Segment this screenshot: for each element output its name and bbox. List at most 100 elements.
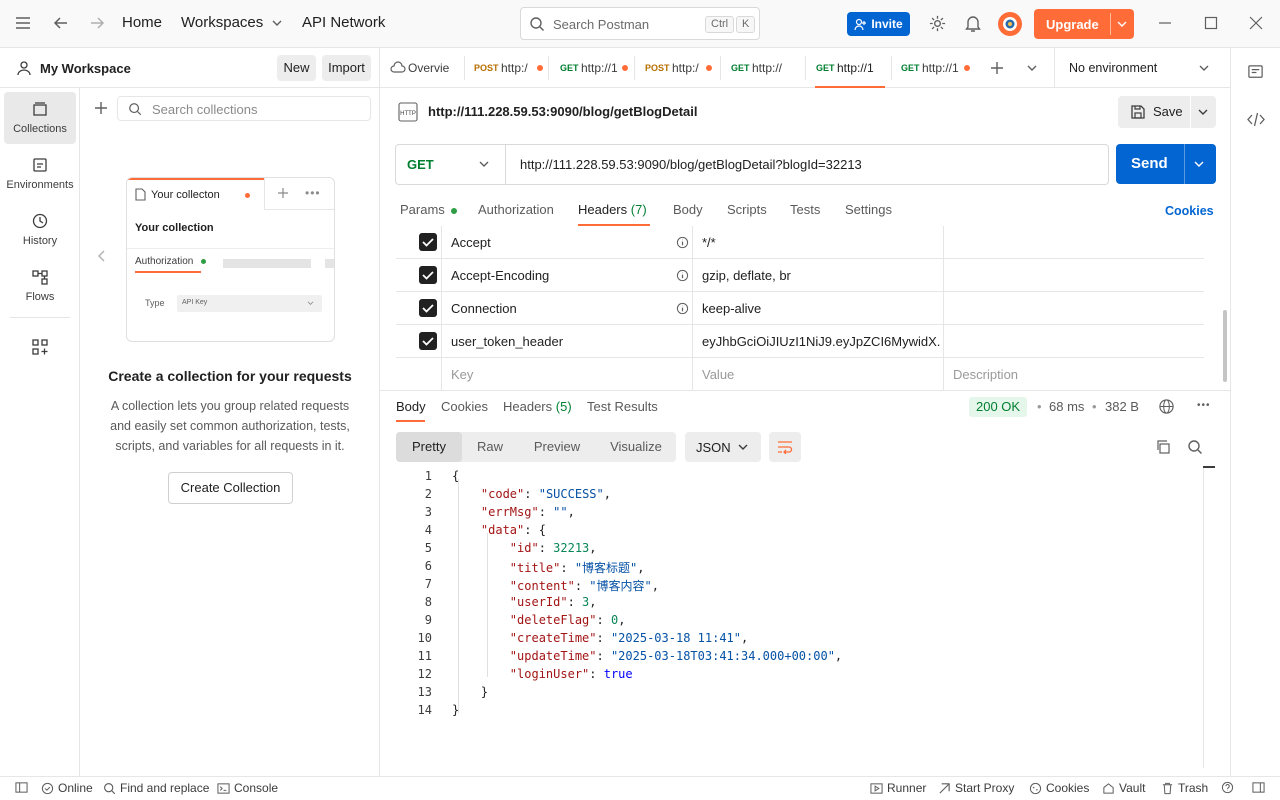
chevron-down-icon[interactable] — [1116, 18, 1128, 30]
send-button[interactable]: Send — [1116, 144, 1216, 184]
console-button[interactable]: Console — [217, 781, 278, 795]
maximize-icon[interactable] — [1204, 16, 1218, 30]
add-apps-icon[interactable] — [31, 338, 49, 356]
add-icon[interactable] — [93, 100, 109, 116]
vault-button[interactable]: Vault — [1102, 781, 1145, 795]
search-icon[interactable] — [1187, 439, 1203, 455]
tab-request[interactable]: GET http://1 — [900, 48, 974, 88]
url-input[interactable]: http://111.228.59.53:9090/blog/getBlogDe… — [520, 157, 862, 172]
tab-headers[interactable]: Headers (7) — [578, 202, 647, 217]
info-icon[interactable] — [676, 302, 689, 315]
header-key-placeholder[interactable]: Key — [451, 358, 671, 391]
save-button[interactable]: Save — [1118, 96, 1216, 128]
status-badge[interactable]: 200 OK — [969, 397, 1028, 417]
header-key[interactable]: Accept-Encoding — [451, 259, 671, 292]
cookies-button[interactable]: Cookies — [1029, 781, 1089, 795]
new-button[interactable]: New — [277, 55, 316, 81]
invite-button[interactable]: Invite — [847, 12, 910, 36]
chevron-left-icon[interactable] — [96, 249, 108, 263]
layout-icon[interactable] — [1252, 781, 1265, 794]
header-key[interactable]: Connection — [451, 292, 671, 325]
tab-request[interactable]: POST http:/ — [473, 48, 549, 88]
nav-workspaces[interactable]: Workspaces — [181, 14, 283, 31]
tab-request[interactable]: GET http://1 — [559, 48, 633, 88]
response-size[interactable]: 382 B — [1105, 399, 1139, 414]
wrap-lines-button[interactable] — [769, 432, 801, 462]
method-select[interactable]: GET — [396, 145, 506, 184]
view-preview-button[interactable]: Preview — [526, 432, 588, 462]
view-raw-button[interactable]: Raw — [466, 432, 514, 462]
view-visualize-button[interactable]: Visualize — [600, 432, 672, 462]
chevron-down-icon[interactable] — [1197, 106, 1209, 118]
sidebar-item-collections[interactable]: Collections — [4, 92, 76, 144]
info-icon[interactable] — [676, 236, 689, 249]
menu-icon[interactable] — [14, 14, 32, 32]
help-icon[interactable] — [1221, 781, 1234, 794]
gear-icon[interactable] — [928, 14, 947, 33]
tab-request[interactable]: POST http:/ — [644, 48, 718, 88]
close-icon[interactable] — [1249, 16, 1263, 30]
import-button[interactable]: Import — [322, 55, 371, 81]
tab-request-active[interactable]: GET http://1 — [815, 48, 885, 88]
tab-tests[interactable]: Tests — [790, 202, 820, 217]
tab-params[interactable]: Params — [400, 202, 458, 217]
start-proxy-button[interactable]: Start Proxy — [938, 781, 1014, 795]
upgrade-button[interactable]: Upgrade — [1034, 9, 1134, 39]
code-icon[interactable] — [1247, 111, 1265, 128]
tab-request[interactable]: GET http:// — [730, 48, 792, 88]
trash-button[interactable]: Trash — [1161, 781, 1208, 795]
request-title[interactable]: http://111.228.59.53:9090/blog/getBlogDe… — [428, 104, 697, 119]
view-pretty-button[interactable]: Pretty — [396, 432, 462, 462]
header-value[interactable]: keep-alive — [702, 292, 940, 325]
comments-icon[interactable] — [1247, 64, 1264, 81]
header-checkbox[interactable] — [419, 332, 437, 350]
sidebar-item-history[interactable]: History — [4, 204, 76, 256]
more-icon[interactable]: ••• — [1197, 400, 1211, 411]
globe-icon[interactable] — [1158, 398, 1175, 415]
toggle-sidebar-icon[interactable] — [15, 781, 28, 794]
environment-selector[interactable]: No environment — [1054, 48, 1230, 88]
create-collection-button[interactable]: Create Collection — [168, 472, 293, 504]
avatar[interactable] — [998, 12, 1022, 36]
minimize-icon[interactable] — [1158, 16, 1172, 30]
format-select[interactable]: JSON — [685, 432, 761, 462]
response-tab-headers[interactable]: Headers (5) — [503, 399, 572, 414]
response-body-viewer[interactable]: 1 { 2 "code": "SUCCESS", 3 "errMsg": "",… — [396, 467, 1206, 767]
tab-overview[interactable]: Overvie — [388, 48, 464, 88]
search-postman[interactable]: Search Postman Ctrl K — [520, 7, 760, 40]
copy-icon[interactable] — [1155, 439, 1171, 455]
online-status[interactable]: Online — [41, 781, 93, 795]
response-tab-test-results[interactable]: Test Results — [587, 399, 658, 414]
header-checkbox[interactable] — [419, 266, 437, 284]
response-tab-cookies[interactable]: Cookies — [441, 399, 488, 414]
chevron-down-icon[interactable] — [1026, 62, 1038, 74]
runner-button[interactable]: Runner — [870, 781, 926, 795]
header-key[interactable]: user_token_header — [451, 325, 671, 358]
sidebar-item-flows[interactable]: Flows — [4, 260, 76, 312]
header-checkbox[interactable] — [419, 299, 437, 317]
tab-body[interactable]: Body — [673, 202, 703, 217]
nav-api-network[interactable]: API Network — [302, 14, 385, 31]
tab-scripts[interactable]: Scripts — [727, 202, 767, 217]
header-value[interactable]: */* — [702, 226, 940, 259]
sidebar-item-environments[interactable]: Environments — [4, 148, 76, 200]
pane-divider[interactable] — [380, 390, 1230, 391]
info-icon[interactable] — [676, 269, 689, 282]
tab-authorization[interactable]: Authorization — [478, 202, 554, 217]
nav-home[interactable]: Home — [122, 14, 162, 31]
header-description-placeholder[interactable]: Description — [953, 358, 1193, 391]
response-time[interactable]: 68 ms — [1049, 399, 1084, 414]
find-replace-button[interactable]: Find and replace — [103, 781, 209, 795]
response-tab-body[interactable]: Body — [396, 399, 426, 414]
tab-settings[interactable]: Settings — [845, 202, 892, 217]
scrollbar-thumb[interactable] — [1223, 310, 1227, 382]
header-key[interactable]: Accept — [451, 226, 671, 259]
forward-arrow-icon[interactable] — [88, 14, 106, 32]
header-checkbox[interactable] — [419, 233, 437, 251]
chevron-down-icon[interactable] — [1193, 158, 1205, 170]
back-arrow-icon[interactable] — [52, 14, 70, 32]
add-tab-icon[interactable] — [989, 60, 1005, 76]
cookies-link[interactable]: Cookies — [1165, 204, 1214, 218]
header-value[interactable]: eyJhbGciOiJIUzI1NiJ9.eyJpZCI6MywidX... — [702, 325, 940, 358]
search-collections-input[interactable]: Search collections — [117, 96, 371, 121]
